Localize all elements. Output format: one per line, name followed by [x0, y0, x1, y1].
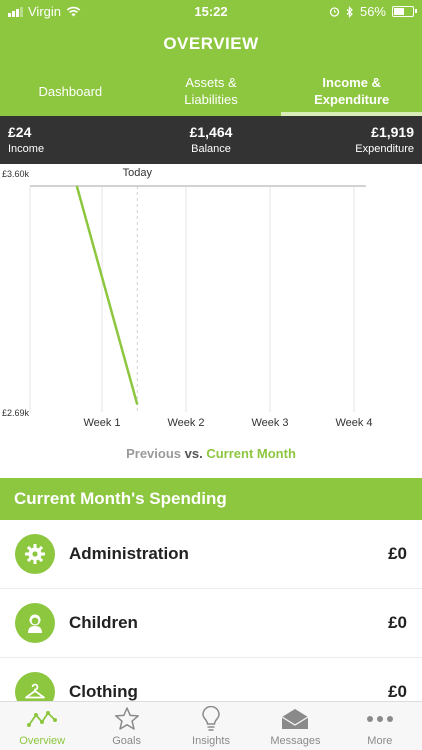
more-icon: [364, 705, 396, 733]
page-title: OVERVIEW: [163, 34, 259, 53]
list-item-children[interactable]: Children £0: [0, 589, 422, 658]
tabbar-label: Goals: [112, 735, 141, 747]
today-label: Today: [123, 167, 153, 179]
hanger-icon: [15, 672, 55, 701]
list-item-administration[interactable]: Administration £0: [0, 520, 422, 589]
tabbar-goals[interactable]: Goals: [84, 702, 168, 750]
list-item-clothing[interactable]: Clothing £0: [0, 658, 422, 701]
alarm-icon: [329, 7, 340, 17]
spending-list: Administration £0 Children £0 Clothing £…: [0, 520, 422, 701]
envelope-icon: [279, 705, 311, 733]
tab-income-expenditure[interactable]: Income & Expenditure: [281, 66, 422, 116]
lightbulb-icon: [195, 705, 227, 733]
chart-legend[interactable]: Previous vs. Current Month: [0, 446, 422, 461]
tabbar-label: Insights: [192, 735, 230, 747]
category-label: Children: [69, 613, 138, 632]
legend-current: Current Month: [206, 446, 296, 461]
status-bar: Virgin 15:22 56%: [0, 0, 422, 22]
y-min-label: £2.69k: [2, 408, 30, 418]
tab-label: Income & Expenditure: [314, 75, 390, 107]
summary-bar: £24 Income £1,464 Balance £1,919 Expendi…: [0, 116, 422, 164]
legend-vs: vs.: [184, 446, 203, 461]
current-month-line: [75, 185, 139, 405]
y-max-label: £3.60k: [2, 169, 30, 179]
category-amount: £0: [388, 544, 407, 563]
x-tick-label: Week 2: [167, 417, 204, 429]
expenditure-label: Expenditure: [355, 143, 414, 155]
expenditure-summary: £1,919 Expenditure: [355, 124, 414, 155]
category-label: Clothing: [69, 682, 138, 701]
tabbar-messages[interactable]: Messages: [253, 702, 337, 750]
section-header: Current Month's Spending: [0, 478, 422, 520]
tabbar-overview[interactable]: Overview: [0, 702, 84, 750]
bluetooth-icon: [346, 5, 353, 18]
tab-label: Assets & Liabilities: [184, 75, 238, 107]
battery-percent: 56%: [359, 4, 386, 19]
tabbar-label: More: [367, 735, 393, 747]
tabbar-insights[interactable]: Insights: [169, 702, 253, 750]
x-tick-label: Week 4: [335, 417, 372, 429]
category-amount: £0: [388, 613, 407, 632]
tab-label: Dashboard: [38, 83, 103, 99]
overview-tabs: Dashboard Assets & Liabilities Income & …: [0, 66, 422, 116]
gear-icon: [15, 534, 55, 574]
status-right: 56%: [329, 4, 417, 19]
expenditure-value: £1,919: [371, 124, 414, 140]
nav-bar: OVERVIEW: [0, 22, 422, 66]
tabbar-more[interactable]: More: [338, 702, 422, 750]
bottom-tab-bar: Overview Goals Insights Messages More: [0, 701, 422, 750]
battery-icon: [392, 6, 417, 17]
child-icon: [15, 603, 55, 643]
tabbar-label: Overview: [19, 735, 66, 747]
overview-icon: [26, 705, 58, 733]
tabbar-label: Messages: [270, 735, 321, 747]
x-tick-label: Week 1: [83, 417, 120, 429]
category-amount: £0: [388, 682, 407, 701]
tab-dashboard[interactable]: Dashboard: [0, 66, 141, 116]
star-icon: [111, 705, 143, 733]
category-label: Administration: [69, 544, 189, 563]
x-tick-label: Week 3: [251, 417, 288, 429]
income-expenditure-chart: Week 1 Week 2 Week 3 Week 4 Today £3.60k £2.69…: [2, 167, 373, 429]
tab-assets-liabilities[interactable]: Assets & Liabilities: [141, 66, 282, 116]
legend-previous: Previous: [126, 446, 182, 461]
